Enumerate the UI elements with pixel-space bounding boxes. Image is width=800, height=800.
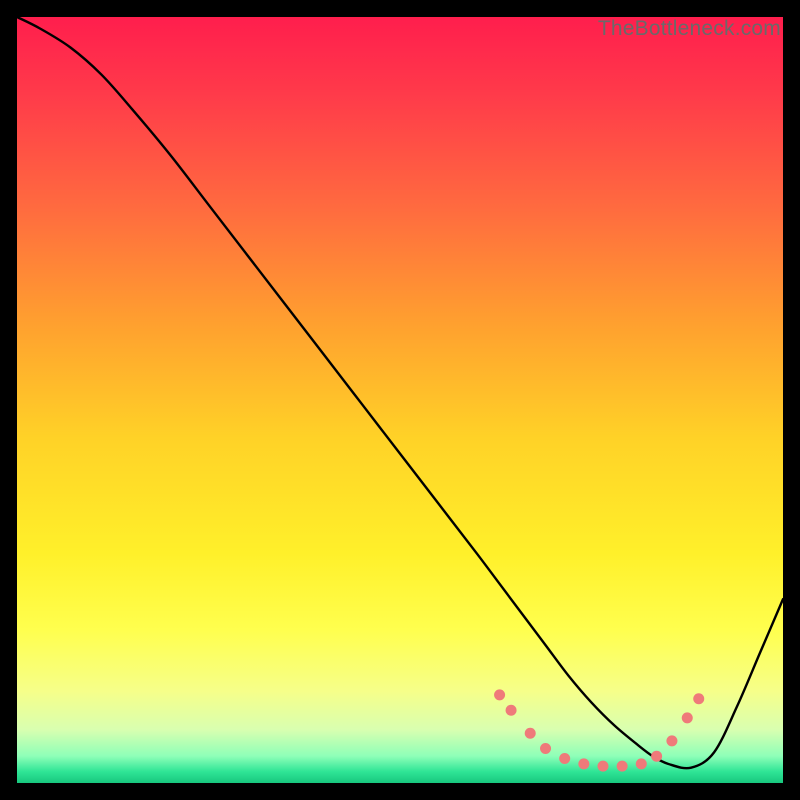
curve-marker xyxy=(597,761,608,772)
curve-marker xyxy=(666,735,677,746)
chart-svg xyxy=(17,17,783,783)
curve-marker xyxy=(525,728,536,739)
curve-marker xyxy=(651,751,662,762)
curve-marker xyxy=(693,693,704,704)
curve-marker xyxy=(559,753,570,764)
curve-marker xyxy=(636,758,647,769)
chart-background xyxy=(17,17,783,783)
curve-marker xyxy=(540,743,551,754)
watermark-label: TheBottleneck.com xyxy=(598,17,781,41)
curve-marker xyxy=(494,689,505,700)
curve-marker xyxy=(682,712,693,723)
curve-marker xyxy=(617,761,628,772)
chart-frame: TheBottleneck.com xyxy=(17,17,783,783)
curve-marker xyxy=(578,758,589,769)
curve-marker xyxy=(506,705,517,716)
